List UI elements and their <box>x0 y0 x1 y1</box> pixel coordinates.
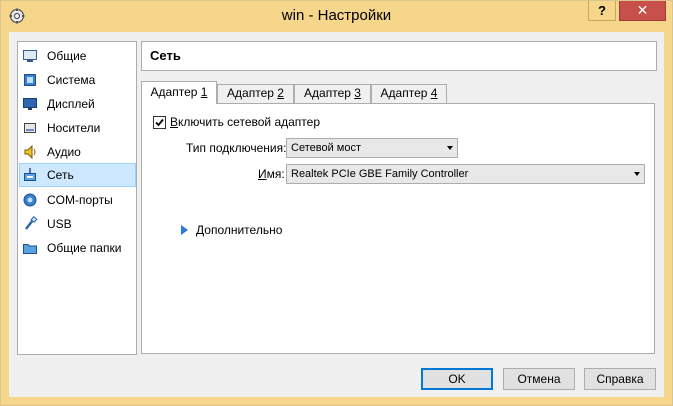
network-icon <box>24 168 36 181</box>
sidebar-item-label: USB <box>47 217 72 231</box>
sidebar-item-label: Носители <box>47 121 101 135</box>
sidebar-item-general[interactable]: Общие <box>19 44 136 68</box>
general-icon <box>23 50 37 62</box>
sidebar-item-serial-ports[interactable]: COM-порты <box>19 188 136 212</box>
section-header: Сеть <box>141 41 657 71</box>
section-title: Сеть <box>150 48 181 63</box>
display-icon <box>23 98 37 110</box>
sidebar-item-label: Общие <box>47 49 87 63</box>
expand-arrow-icon <box>181 225 188 235</box>
cancel-button[interactable]: Отмена <box>503 368 575 390</box>
settings-window: win - Настройки ? ✕ Общие Система Диспле… <box>0 0 673 406</box>
storage-icon <box>24 123 36 133</box>
adapter-name-select[interactable]: Realtek PCIe GBE Family Controller <box>286 164 645 184</box>
tab-adapter-1[interactable]: Адаптер 1 <box>141 81 217 104</box>
title-bar[interactable]: win - Настройки ? ✕ <box>1 1 672 32</box>
enable-adapter-label[interactable]: Включить сетевой адаптер <box>170 115 320 129</box>
dialog-body: Общие Система Дисплей Носители Аудио Сет… <box>9 32 664 397</box>
tab-adapter-4[interactable]: Адаптер 4 <box>371 84 447 103</box>
shared-folders-icon <box>23 244 37 254</box>
sidebar-item-label: Аудио <box>47 145 81 159</box>
checkmark-icon <box>155 118 164 127</box>
system-icon <box>24 74 36 86</box>
sidebar-item-usb[interactable]: USB <box>19 212 136 236</box>
close-button[interactable]: ✕ <box>619 1 666 21</box>
chevron-down-icon <box>634 172 640 176</box>
ok-button[interactable]: OK <box>421 368 493 390</box>
attached-to-select[interactable]: Сетевой мост <box>286 138 458 158</box>
sidebar-item-storage[interactable]: Носители <box>19 116 136 140</box>
tab-adapter-2[interactable]: Адаптер 2 <box>217 84 294 103</box>
audio-icon <box>24 144 36 160</box>
adapter-tab-panel: Включить сетевой адаптер Тип подключения… <box>141 103 655 354</box>
sidebar-item-label: Общие папки <box>47 241 122 255</box>
sidebar-item-audio[interactable]: Аудио <box>19 140 136 164</box>
sidebar-item-shared-folders[interactable]: Общие папки <box>19 236 136 260</box>
attached-to-label: Тип подключения: <box>186 141 287 155</box>
help-dialog-button[interactable]: Справка <box>584 368 656 390</box>
usb-icon <box>25 216 38 230</box>
settings-sidebar: Общие Система Дисплей Носители Аудио Сет… <box>17 41 137 355</box>
chevron-down-icon <box>447 146 453 150</box>
enable-adapter-checkbox[interactable] <box>153 116 166 129</box>
tab-adapter-3[interactable]: Адаптер 3 <box>294 84 371 103</box>
sidebar-item-network[interactable]: Сеть <box>19 163 136 187</box>
advanced-expander[interactable]: Дополнительно <box>181 223 282 237</box>
window-title: win - Настройки <box>281 7 392 24</box>
sidebar-item-label: Дисплей <box>47 97 95 111</box>
sidebar-item-label: COM-порты <box>47 193 113 207</box>
sidebar-item-system[interactable]: Система <box>19 68 136 92</box>
sidebar-item-label: Сеть <box>47 168 74 182</box>
sidebar-item-display[interactable]: Дисплей <box>19 92 136 116</box>
sidebar-item-label: Система <box>47 73 96 87</box>
serial-ports-icon <box>23 193 37 207</box>
adapter-name-label: Имя: <box>258 167 285 181</box>
help-button[interactable]: ? <box>588 1 616 21</box>
